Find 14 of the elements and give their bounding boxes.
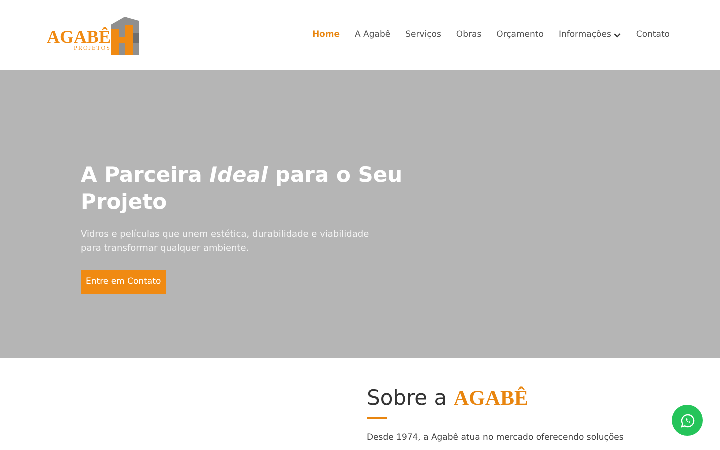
about-paragraph: Desde 1974, a Agabê atua no mercado oferecendo soluções (367, 432, 625, 444)
whatsapp-icon (680, 412, 696, 428)
nav-link[interactable]: Informações (558, 30, 622, 40)
nav-link[interactable]: Obras (456, 30, 482, 40)
nav-link[interactable]: Orçamento (496, 30, 544, 40)
building-logo-icon (111, 15, 140, 55)
nav-link[interactable]: Serviços (406, 30, 442, 40)
whatsapp-button[interactable] (672, 405, 703, 436)
nav-link[interactable]: Contato (636, 30, 670, 40)
nav-link[interactable]: A Agabê (355, 30, 391, 40)
about-heading: Sobre a AGABÊ (367, 386, 530, 411)
heading-underline (367, 417, 387, 419)
hero-title: A Parceira Ideal para o Seu Projeto (81, 162, 404, 216)
hero-subtitle: Vidros e películas que unem estética, durabilidade e viabilidade para transformar qualquer ambiente. (81, 228, 370, 256)
